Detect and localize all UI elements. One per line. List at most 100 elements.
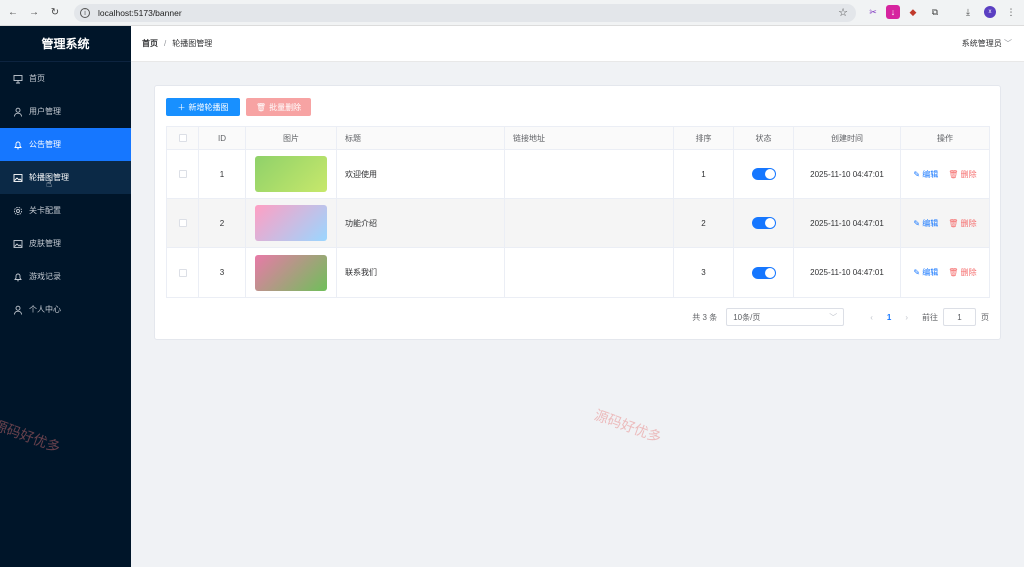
top-header: 首页 / 轮播图管理 系统管理员 ﹀	[131, 26, 1024, 62]
row-checkbox[interactable]	[178, 268, 187, 277]
sidebar-item-announcements[interactable]: 公告管理	[0, 128, 131, 161]
cell-image	[246, 248, 337, 297]
row-checkbox[interactable]	[178, 170, 187, 178]
header-image: 图片	[246, 127, 337, 149]
sidebar-item-label: 游戏记录	[29, 272, 61, 281]
cell-actions: ✎ 编辑 🗑 删除	[901, 150, 989, 198]
select-all-checkbox[interactable]	[178, 134, 187, 142]
banner-table: ID 图片 标题 链接地址 排序 状态 创建时间 操作 1 欢迎使用 1 202…	[166, 126, 990, 298]
extension-icon[interactable]: ◆	[906, 5, 920, 19]
toggle-knob	[764, 267, 775, 278]
breadcrumb-current: 轮播图管理	[172, 39, 213, 48]
batch-delete-button[interactable]: 🗑 批量删除	[246, 98, 311, 116]
edit-button[interactable]: ✎ 编辑	[913, 169, 938, 180]
cell-title: 联系我们	[337, 248, 505, 297]
sidebar-item-users[interactable]: 用户管理	[0, 95, 131, 128]
sidebar-item-label: 皮肤管理	[29, 239, 61, 248]
cell-created: 2025-11-10 04:47:01	[794, 199, 901, 247]
breadcrumb-home[interactable]: 首页	[142, 38, 158, 49]
cell-status	[734, 199, 794, 247]
sidebar: 管理系统 首页 用户管理 公告管理 轮播图管理 ☝ 关卡配置 皮肤管理 游戏记录…	[0, 26, 131, 567]
trash-icon: 🗑	[948, 218, 959, 228]
image-icon	[13, 239, 23, 249]
edit-label: 编辑	[922, 218, 939, 228]
table-row: 3 联系我们 3 2025-11-10 04:47:01 ✎ 编辑 🗑 删除	[167, 248, 989, 297]
cell-status	[734, 248, 794, 297]
cell-sort: 3	[674, 248, 734, 297]
header-select-all	[167, 127, 199, 149]
next-page-icon[interactable]: ›	[905, 313, 908, 322]
more-menu-icon[interactable]: ⋮	[1004, 5, 1018, 19]
sidebar-item-skins[interactable]: 皮肤管理	[0, 227, 131, 260]
banner-thumbnail[interactable]	[255, 156, 327, 192]
sidebar-item-label: 关卡配置	[29, 206, 61, 215]
cell-link	[505, 248, 674, 297]
bell-icon	[13, 140, 23, 150]
extension-download-icon[interactable]: ↓	[886, 5, 900, 19]
extensions-puzzle-icon[interactable]: ⧉	[928, 5, 942, 19]
edit-button[interactable]: ✎ 编辑	[913, 218, 938, 229]
delete-button[interactable]: 🗑 删除	[948, 267, 976, 278]
extension-scissors-icon[interactable]: ✂	[866, 5, 880, 19]
browser-toolbar: ← → ↻ i localhost:5173/banner ☆ ✂ ↓ ◆ ⧉ …	[0, 0, 1024, 26]
sidebar-item-profile[interactable]: 个人中心	[0, 293, 131, 326]
add-banner-button[interactable]: ＋新增轮播图	[166, 98, 240, 116]
status-toggle[interactable]	[751, 168, 776, 180]
sidebar-item-game-records[interactable]: 游戏记录	[0, 260, 131, 293]
profile-avatar[interactable]: x	[984, 6, 996, 18]
sidebar-item-levels[interactable]: 关卡配置	[0, 194, 131, 227]
delete-button[interactable]: 🗑 删除	[948, 218, 976, 229]
user-name: 系统管理员	[961, 39, 1002, 48]
delete-label: 删除	[960, 218, 977, 228]
reload-icon[interactable]: ↻	[47, 5, 63, 21]
header-created: 创建时间	[794, 127, 901, 149]
banner-thumbnail[interactable]	[255, 254, 327, 291]
header-actions: 操作	[937, 133, 953, 143]
trash-icon: 🗑	[255, 102, 267, 112]
sidebar-item-home[interactable]: 首页	[0, 62, 131, 95]
sidebar-item-banners[interactable]: 轮播图管理 ☝	[0, 161, 131, 194]
site-info-icon[interactable]: i	[80, 8, 90, 18]
row-checkbox[interactable]	[178, 219, 187, 227]
toggle-knob	[764, 218, 775, 228]
goto-label: 前往	[922, 312, 938, 322]
page-number-current[interactable]: 1	[887, 313, 891, 322]
header-link: 链接地址	[505, 127, 674, 149]
status-toggle[interactable]	[751, 266, 776, 279]
delete-label: 删除	[960, 268, 977, 277]
row-select-cell	[167, 248, 199, 297]
status-toggle[interactable]	[751, 217, 776, 229]
forward-icon[interactable]: →	[26, 5, 42, 21]
cell-link	[505, 199, 674, 247]
header-status: 状态	[734, 127, 794, 149]
mouse-cursor-icon: ☝	[46, 179, 53, 190]
page-size-select[interactable]: 10条/页 ﹀	[726, 308, 845, 326]
banner-thumbnail[interactable]	[255, 205, 327, 241]
back-icon[interactable]: ←	[5, 5, 21, 21]
bookmark-star-icon[interactable]: ☆	[838, 6, 848, 19]
address-bar[interactable]: i localhost:5173/banner ☆	[74, 4, 856, 22]
total-count: 共 3 条	[692, 312, 718, 322]
cell-actions: ✎ 编辑 🗑 删除	[901, 248, 989, 297]
trash-icon: 🗑	[948, 268, 959, 277]
chevron-down-icon: ﹀	[1004, 39, 1012, 48]
delete-button[interactable]: 🗑 删除	[948, 169, 976, 180]
add-banner-label: 新增轮播图	[188, 102, 229, 112]
toggle-knob	[764, 169, 775, 179]
user-icon	[13, 107, 23, 117]
user-menu[interactable]: 系统管理员 ﹀	[962, 38, 1012, 49]
cell-title: 功能介绍	[337, 199, 505, 247]
edit-label: 编辑	[922, 268, 939, 277]
cell-id: 2	[199, 199, 246, 247]
page-suffix: 页	[981, 312, 989, 322]
cell-title: 欢迎使用	[337, 150, 505, 198]
edit-button[interactable]: ✎ 编辑	[913, 267, 938, 278]
cell-image	[246, 199, 337, 247]
watermark: 源码好优多	[0, 416, 63, 456]
table-row: 1 欢迎使用 1 2025-11-10 04:47:01 ✎ 编辑 🗑 删除	[167, 150, 989, 199]
header-sort: 排序	[674, 127, 734, 149]
goto-page-input[interactable]: 1	[943, 308, 976, 326]
downloads-icon[interactable]: ⤓	[961, 5, 975, 19]
cell-id: 1	[199, 150, 246, 198]
prev-page-icon[interactable]: ‹	[870, 313, 873, 322]
